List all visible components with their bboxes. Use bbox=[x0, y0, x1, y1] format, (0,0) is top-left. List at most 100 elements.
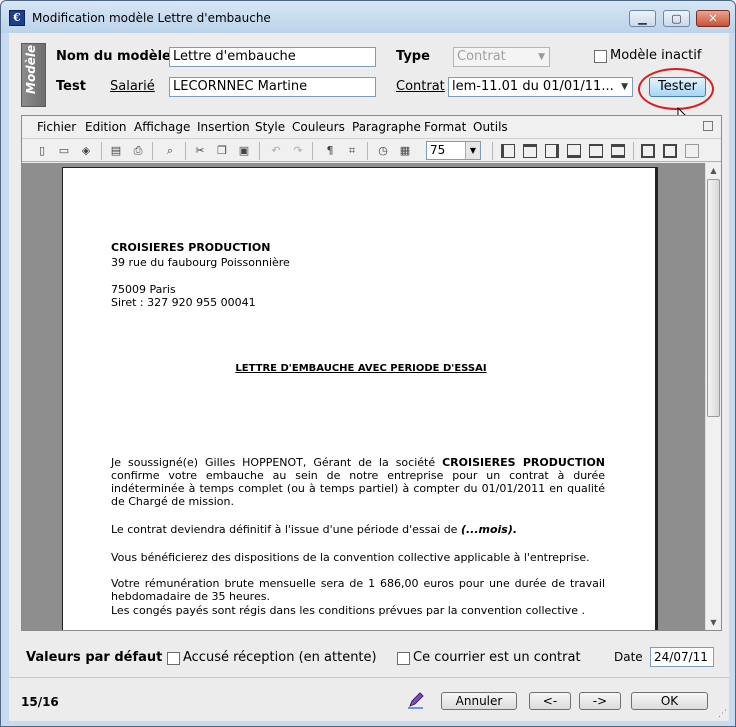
courrier-checkbox[interactable] bbox=[397, 652, 410, 665]
courrier-label: Ce courrier est un contrat bbox=[413, 650, 581, 665]
previous-button[interactable]: <- bbox=[529, 692, 571, 710]
save-icon[interactable]: ◈ bbox=[78, 143, 94, 159]
cancel-button[interactable]: Annuler bbox=[441, 692, 517, 710]
side-tab-label: Modèle bbox=[24, 44, 38, 94]
border-box-icon[interactable] bbox=[641, 144, 655, 158]
menu-couleurs[interactable]: Couleurs bbox=[292, 120, 345, 134]
doc-paragraph-3: Vous bénéficierez des dispositions de la… bbox=[111, 551, 590, 564]
contrat-select[interactable]: lem-11.01 du 01/01/11... ▼ bbox=[448, 77, 633, 97]
close-button[interactable]: ✕ bbox=[696, 10, 730, 27]
app-icon: € bbox=[9, 10, 25, 26]
chevron-down-icon: ▼ bbox=[538, 52, 545, 62]
calendar-icon[interactable]: ▦ bbox=[397, 143, 413, 159]
open-folder-icon[interactable]: ▭ bbox=[56, 143, 72, 159]
maximize-button[interactable]: ▢ bbox=[663, 10, 690, 27]
menu-affichage[interactable]: Affichage bbox=[134, 120, 190, 134]
scroll-down-icon[interactable]: ▼ bbox=[706, 615, 721, 630]
type-label: Type bbox=[396, 49, 430, 64]
scroll-thumb[interactable] bbox=[707, 179, 720, 417]
print-preview-icon[interactable]: ▤ bbox=[108, 143, 124, 159]
contrat-value: lem-11.01 du 01/01/11... bbox=[452, 79, 614, 94]
dialog-client: Modèle Nom du modèle Lettre d'embauche T… bbox=[9, 33, 729, 721]
border-top-icon[interactable] bbox=[523, 144, 537, 158]
document-scrollbar[interactable]: ▲ ▼ bbox=[705, 163, 721, 630]
document-area[interactable]: CROISIERES PRODUCTION 39 rue du faubourg… bbox=[22, 163, 705, 630]
toolbar-separator bbox=[152, 142, 153, 160]
p1-rest: confirme votre embauche au sein de notre… bbox=[111, 469, 605, 508]
defaults-label: Valeurs par défaut bbox=[26, 650, 163, 665]
nom-input[interactable]: Lettre d'embauche bbox=[169, 47, 376, 67]
find-icon[interactable]: ⌕ bbox=[162, 143, 178, 159]
minimize-button[interactable]: ▁ bbox=[629, 10, 656, 27]
doc-company: CROISIERES PRODUCTION bbox=[111, 241, 271, 254]
doc-paragraph-5: Les congés payés sont régis dans les con… bbox=[111, 604, 585, 617]
cut-icon[interactable]: ✂ bbox=[192, 143, 208, 159]
doc-paragraph-4: Votre rémunération brute mensuelle sera … bbox=[111, 577, 605, 603]
copy-icon[interactable]: ❐ bbox=[214, 143, 230, 159]
accuse-label: Accusé réception (en attente) bbox=[183, 650, 377, 665]
p1-company: CROISIERES PRODUCTION bbox=[442, 456, 605, 469]
clock-icon[interactable]: ◷ bbox=[375, 143, 391, 159]
inactive-checkbox[interactable] bbox=[594, 50, 607, 63]
pilcrow-icon[interactable]: ¶ bbox=[322, 143, 338, 159]
print-icon[interactable]: ⎙ bbox=[130, 143, 146, 159]
restore-icon[interactable] bbox=[703, 121, 713, 131]
paste-icon[interactable]: ▣ bbox=[236, 143, 252, 159]
frame-icon[interactable]: ⌗ bbox=[344, 143, 360, 159]
new-document-icon[interactable]: ▯ bbox=[34, 143, 50, 159]
toolbar-separator bbox=[185, 142, 186, 160]
scroll-up-icon[interactable]: ▲ bbox=[706, 163, 721, 178]
doc-paragraph-2: Le contrat deviendra définitif à l'issue… bbox=[111, 523, 605, 536]
model-header-panel: Modèle Nom du modèle Lettre d'embauche T… bbox=[21, 43, 721, 107]
menu-paragraphe[interactable]: Paragraphe bbox=[352, 120, 421, 134]
maximize-icon: ▢ bbox=[671, 12, 682, 25]
nom-label: Nom du modèle bbox=[56, 49, 171, 64]
contrat-link[interactable]: Contrat bbox=[396, 79, 445, 94]
document-editor: Fichier Edition Affichage Insertion Styl… bbox=[21, 115, 722, 631]
zoom-value: 75 bbox=[430, 143, 446, 157]
document-page[interactable]: CROISIERES PRODUCTION 39 rue du faubourg… bbox=[62, 167, 658, 630]
accuse-checkbox[interactable] bbox=[167, 652, 180, 665]
minimize-icon: ▁ bbox=[638, 12, 647, 25]
record-counter: 15/16 bbox=[21, 695, 59, 709]
toolbar-separator bbox=[259, 142, 260, 160]
title-bar[interactable]: € Modification modèle Lettre d'embauche … bbox=[1, 1, 735, 33]
salarie-input[interactable]: LECORNNEC Martine bbox=[169, 77, 376, 97]
ok-button[interactable]: OK bbox=[631, 692, 708, 710]
menu-style[interactable]: Style bbox=[255, 120, 285, 134]
date-label: Date bbox=[614, 650, 643, 664]
border-right-icon[interactable] bbox=[545, 144, 559, 158]
menu-edition[interactable]: Edition bbox=[85, 120, 127, 134]
date-input[interactable]: 24/07/11 bbox=[650, 647, 714, 667]
toolbar-separator bbox=[101, 142, 102, 160]
doc-paragraph-1: Je soussigné(e) Gilles HOPPENOT, Gérant … bbox=[111, 456, 605, 508]
close-icon: ✕ bbox=[708, 12, 718, 25]
border-left-icon[interactable] bbox=[501, 144, 515, 158]
footer-bar: 15/16 Annuler <- -> OK ⋰ bbox=[9, 677, 729, 721]
menu-insertion[interactable]: Insertion bbox=[197, 120, 250, 134]
p1-start: Je soussigné(e) Gilles HOPPENOT, Gérant … bbox=[111, 456, 443, 469]
border-none-icon[interactable] bbox=[685, 144, 699, 158]
menu-fichier[interactable]: Fichier bbox=[37, 120, 76, 134]
redo-icon[interactable]: ↷ bbox=[290, 143, 306, 159]
editor-menubar: Fichier Edition Affichage Insertion Styl… bbox=[22, 116, 721, 138]
border-bottom-icon[interactable] bbox=[567, 144, 581, 158]
inactive-label: Modèle inactif bbox=[610, 48, 702, 63]
zoom-select[interactable]: 75 ▼ bbox=[426, 141, 481, 160]
pen-icon[interactable] bbox=[406, 690, 426, 710]
p2-bold: (...mois). bbox=[460, 523, 518, 536]
type-select[interactable]: Contrat ▼ bbox=[453, 47, 550, 67]
border-grid-icon[interactable] bbox=[663, 144, 677, 158]
modele-side-tab: Modèle bbox=[21, 43, 46, 107]
next-button[interactable]: -> bbox=[579, 692, 621, 710]
highlight-oval bbox=[638, 68, 714, 110]
toolbar-separator bbox=[492, 142, 493, 160]
undo-icon[interactable]: ↶ bbox=[268, 143, 284, 159]
salarie-link[interactable]: Salarié bbox=[110, 79, 155, 94]
menu-outils[interactable]: Outils bbox=[473, 120, 508, 134]
border-double-icon[interactable] bbox=[611, 144, 625, 158]
test-label: Test bbox=[56, 79, 86, 94]
menu-format[interactable]: Format bbox=[424, 120, 466, 134]
resize-grip-icon[interactable]: ⋰ bbox=[718, 709, 727, 719]
border-horizontal-icon[interactable] bbox=[589, 144, 603, 158]
